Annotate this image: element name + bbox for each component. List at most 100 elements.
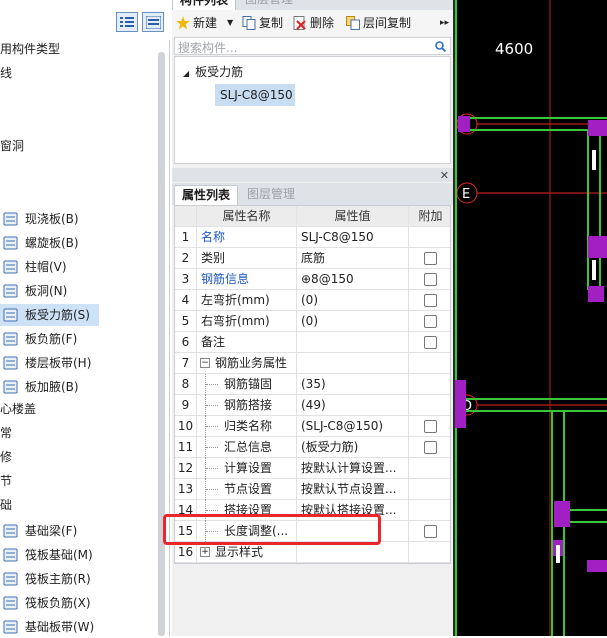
component-group[interactable]: ◢ 板受力筋 — [183, 63, 243, 80]
property-row[interactable]: 5 右弯折(mm) (0) — [175, 311, 450, 332]
property-value[interactable] — [297, 542, 409, 563]
property-value[interactable]: (0) — [297, 290, 409, 311]
row-index: 7 — [175, 353, 197, 374]
property-row[interactable]: 4 左弯折(mm) (0) — [175, 290, 450, 311]
property-name-text: 归类名称 — [224, 419, 273, 433]
property-value[interactable]: (0) — [297, 311, 409, 332]
component-item-selected[interactable]: SLJ-C8@150 — [215, 84, 295, 106]
component-type-tree: 用构件类型线窗洞现浇板(B) 螺旋板(B) 柱帽(V) 板洞(N) 板受力筋(S) 板负筋… — [0, 0, 170, 636]
property-name: 节点设置 — [197, 479, 297, 500]
card-view-button[interactable] — [142, 12, 164, 32]
cad-canvas[interactable]: 4600 F E D — [455, 0, 607, 636]
tree-item[interactable]: 基础板带(W) — [0, 616, 99, 638]
property-value[interactable]: (SLJ-C8@150) — [297, 416, 409, 437]
property-row[interactable]: 12 计算设置 按默认计算设置... — [175, 458, 450, 479]
tree-item[interactable]: 基础梁(F) — [0, 520, 99, 542]
property-name-text: 钢筋信息 — [201, 272, 250, 286]
tree-item[interactable]: 板受力筋(S) — [0, 304, 99, 326]
axis-label-e: E — [462, 187, 470, 202]
property-row[interactable]: 10 归类名称 (SLJ-C8@150) — [175, 416, 450, 437]
list-view-button[interactable] — [116, 12, 138, 32]
property-value[interactable]: 按默认节点设置... — [297, 479, 409, 500]
property-value[interactable]: SLJ-C8@150 — [297, 227, 409, 248]
tree-item[interactable]: 节 — [0, 470, 120, 492]
extra-checkbox[interactable] — [424, 315, 437, 328]
property-name: 钢筋搭接 — [197, 395, 297, 416]
tree-item[interactable]: 筏板基础(M) — [0, 544, 99, 566]
tree-item[interactable]: 筏板主筋(R) — [0, 568, 99, 590]
tree-item-label: 心楼盖 — [0, 402, 37, 416]
tree-item[interactable]: 筏板负筋(X) — [0, 592, 99, 614]
property-value[interactable] — [297, 353, 409, 374]
property-row[interactable]: 6 备注 — [175, 332, 450, 353]
property-name-text: 计算设置 — [224, 461, 273, 475]
extra-checkbox[interactable] — [424, 273, 437, 286]
collapse-icon[interactable]: − — [200, 358, 210, 368]
floor-copy-button[interactable]: 层间复制 — [346, 13, 418, 33]
collapse-triangle-icon[interactable]: ◢ — [183, 69, 189, 78]
row-index: 3 — [175, 269, 197, 290]
new-button[interactable]: 新建 ▼ — [176, 13, 234, 33]
property-row[interactable]: 8 钢筋锚固 (35) — [175, 374, 450, 395]
property-value[interactable]: 按默认计算设置... — [297, 458, 409, 479]
property-value[interactable]: (板受力筋) — [297, 437, 409, 458]
spiral-slab-icon — [3, 236, 18, 250]
extra-checkbox[interactable] — [424, 441, 437, 454]
extra-checkbox[interactable] — [424, 252, 437, 265]
delete-icon — [293, 16, 306, 30]
tree-item[interactable]: 板负筋(F) — [0, 328, 99, 350]
property-row[interactable]: 7− 钢筋业务属性 — [175, 353, 450, 374]
component-search-input[interactable]: 搜索构件... — [174, 37, 451, 55]
tree-scrollbar[interactable] — [158, 52, 165, 636]
property-row[interactable]: 2 类别 底筋 — [175, 248, 450, 269]
close-icon[interactable]: ✕ — [440, 169, 449, 182]
property-value[interactable]: (49) — [297, 395, 409, 416]
tree-item[interactable]: 常 — [0, 422, 120, 444]
tree-item[interactable]: 心楼盖 — [0, 398, 120, 420]
property-value[interactable]: (35) — [297, 374, 409, 395]
property-name-text: 钢筋业务属性 — [215, 356, 288, 370]
property-extra — [409, 395, 452, 416]
tree-item-label: 板加腋(B) — [25, 380, 79, 394]
tree-item[interactable]: 用构件类型 — [0, 38, 120, 60]
tree-item-label: 筏板主筋(R) — [25, 572, 91, 586]
property-row[interactable]: 13 节点设置 按默认节点设置... — [175, 479, 450, 500]
negative-rebar-icon — [3, 332, 18, 346]
extra-checkbox[interactable] — [424, 294, 437, 307]
property-value[interactable]: 底筋 — [297, 248, 409, 269]
property-row[interactable]: 9 钢筋搭接 (49) — [175, 395, 450, 416]
tree-item[interactable]: 柱帽(V) — [0, 256, 99, 278]
extra-checkbox[interactable] — [424, 336, 437, 349]
tab-layer-management-2[interactable]: 图层管理 — [240, 185, 302, 205]
tree-item[interactable]: 板加腋(B) — [0, 376, 99, 398]
toolbar-overflow-icon[interactable]: ▸▸ — [440, 13, 450, 33]
extra-checkbox[interactable] — [424, 525, 437, 538]
tree-item[interactable]: 板洞(N) — [0, 280, 99, 302]
delete-button[interactable]: 删除 — [293, 13, 339, 33]
tree-item-label: 节 — [0, 474, 13, 488]
tree-item[interactable]: 楼层板带(H) — [0, 352, 99, 374]
search-icon[interactable] — [435, 41, 446, 52]
row-index: 10 — [175, 416, 197, 437]
tab-component-list[interactable]: 构件列表 — [172, 0, 237, 10]
tree-item[interactable]: 础 — [0, 494, 120, 516]
property-value[interactable] — [297, 332, 409, 353]
tree-item[interactable]: 螺旋板(B) — [0, 232, 99, 254]
property-row[interactable]: 1 名称 SLJ-C8@150 — [175, 227, 450, 248]
tree-item[interactable]: 窗洞 — [0, 135, 120, 157]
tree-item[interactable]: 线 — [0, 62, 120, 84]
property-row[interactable]: 11 汇总信息 (板受力筋) — [175, 437, 450, 458]
tree-item[interactable]: 修 — [0, 446, 120, 468]
tab-property-list[interactable]: 属性列表 — [174, 185, 239, 205]
expand-icon[interactable]: + — [200, 547, 210, 557]
copy-button[interactable]: 复制 — [242, 13, 286, 33]
raft-main-rebar-icon — [3, 572, 18, 586]
property-row[interactable]: 3 钢筋信息 ⊕8@150 — [175, 269, 450, 290]
property-value[interactable]: ⊕8@150 — [297, 269, 409, 290]
tree-item[interactable]: 现浇板(B) — [0, 208, 99, 230]
extra-checkbox[interactable] — [424, 420, 437, 433]
tab-layer-management[interactable]: 图层管理 — [238, 0, 300, 10]
property-tabbar: 属性列表 图层管理 — [172, 183, 453, 205]
row-index: 4 — [175, 290, 197, 311]
property-row[interactable]: 16 + 显示样式 — [175, 542, 450, 563]
